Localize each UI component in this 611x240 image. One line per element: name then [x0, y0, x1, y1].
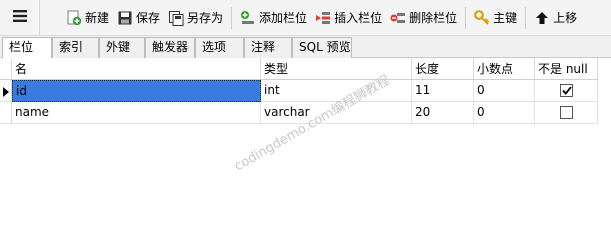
- field-decimals-cell[interactable]: 0: [474, 102, 535, 124]
- field-name-cell[interactable]: id: [12, 80, 261, 102]
- tab-bar: 栏位 索引 外键 触发器 选项 注释 SQL 预览: [0, 36, 611, 59]
- save-as-label: 另存为: [187, 11, 224, 25]
- save-as-button[interactable]: 另存为: [164, 0, 227, 36]
- column-header-length[interactable]: 长度: [412, 58, 474, 80]
- new-button[interactable]: 新建: [62, 0, 113, 36]
- insert-field-label: 插入栏位: [334, 11, 383, 25]
- row-indicator[interactable]: [0, 80, 12, 102]
- checkmark-icon: [561, 86, 572, 95]
- add-field-label: 添加栏位: [259, 11, 308, 25]
- move-up-label: 上移: [553, 11, 578, 25]
- save-as-icon: [168, 10, 184, 26]
- tab-foreign-keys[interactable]: 外键: [99, 37, 145, 58]
- not-null-checkbox[interactable]: [560, 84, 573, 97]
- field-length-cell[interactable]: 11: [412, 80, 474, 102]
- save-icon: [117, 10, 133, 26]
- insert-field-icon: [315, 10, 331, 26]
- current-row-arrow-icon: [3, 86, 9, 100]
- primary-key-label: 主键: [493, 11, 518, 25]
- insert-field-button[interactable]: 插入栏位: [311, 0, 386, 36]
- move-up-button[interactable]: 上移: [530, 0, 581, 36]
- column-header-name[interactable]: 名: [12, 58, 261, 80]
- add-field-icon: [240, 10, 256, 26]
- menu-button[interactable]: [0, 0, 40, 36]
- tab-indexes[interactable]: 索引: [52, 37, 99, 58]
- delete-field-icon: [390, 10, 406, 26]
- save-label: 保存: [136, 11, 161, 25]
- field-name-cell[interactable]: name: [12, 102, 261, 124]
- column-header-decimals[interactable]: 小数点: [474, 58, 535, 80]
- tab-options[interactable]: 选项: [195, 37, 244, 58]
- not-null-checkbox[interactable]: [560, 106, 573, 119]
- tab-triggers[interactable]: 触发器: [145, 37, 195, 58]
- primary-key-button[interactable]: 主键: [470, 0, 521, 36]
- toolbar: 新建 保存 另存为 添加栏位 插入栏位 删除栏位 主键 上移: [0, 0, 611, 36]
- save-button[interactable]: 保存: [113, 0, 164, 36]
- hamburger-icon: [12, 9, 28, 26]
- field-not-null-cell[interactable]: [535, 80, 598, 102]
- tab-sql-preview[interactable]: SQL 预览: [292, 37, 352, 58]
- tab-comment[interactable]: 注释: [244, 37, 292, 58]
- delete-field-button[interactable]: 删除栏位: [386, 0, 461, 36]
- add-field-button[interactable]: 添加栏位: [236, 0, 311, 36]
- column-header-not-null[interactable]: 不是 null: [535, 58, 598, 80]
- column-header-type[interactable]: 类型: [261, 58, 412, 80]
- toolbar-divider: [231, 6, 233, 29]
- tab-fields[interactable]: 栏位: [2, 37, 52, 59]
- row-header-corner: [0, 58, 12, 80]
- new-document-icon: [66, 10, 82, 26]
- new-label: 新建: [85, 11, 110, 25]
- row-indicator[interactable]: [0, 102, 12, 124]
- toolbar-divider: [525, 6, 527, 29]
- delete-field-label: 删除栏位: [409, 11, 458, 25]
- key-icon: [474, 9, 490, 26]
- toolbar-divider: [465, 6, 467, 29]
- arrow-up-icon: [534, 10, 550, 26]
- field-length-cell[interactable]: 20: [412, 102, 474, 124]
- fields-grid: 名 类型 长度 小数点 不是 null id int 11 0 name var…: [0, 58, 611, 216]
- field-decimals-cell[interactable]: 0: [474, 80, 535, 102]
- field-not-null-cell[interactable]: [535, 102, 598, 124]
